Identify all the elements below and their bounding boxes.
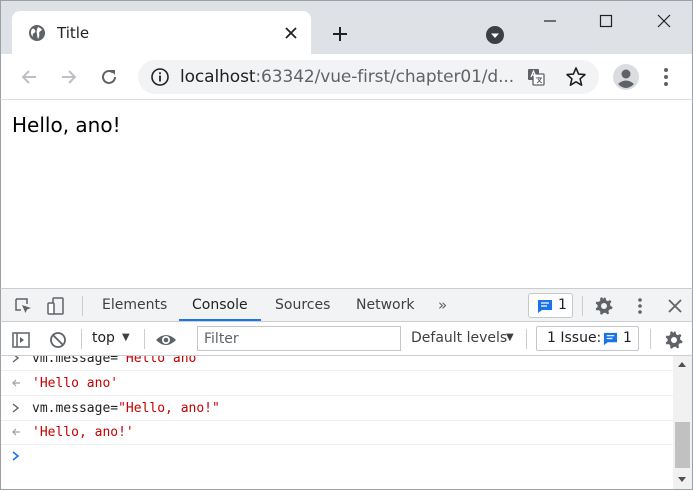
separator <box>650 329 651 349</box>
tab-title: Title <box>57 24 90 42</box>
window-close-button[interactable] <box>649 7 679 35</box>
maximize-icon <box>599 14 613 28</box>
chevron-right-icon <box>12 356 20 363</box>
close-icon[interactable] <box>665 296 685 316</box>
console-line: vm.message="Hello, ano!" <box>1 397 673 421</box>
tab-console[interactable]: Console <box>192 289 248 322</box>
address-bar[interactable]: localhost:63342/vue-first/chapter01/d... <box>138 60 599 94</box>
back-button[interactable] <box>15 63 43 91</box>
inspect-element-icon[interactable] <box>13 296 33 316</box>
forward-button[interactable] <box>55 63 83 91</box>
console-code: vm.message= <box>32 356 119 366</box>
console-output[interactable]: vm.message="Hello ano" 'Hello ano' vm.me… <box>0 356 693 490</box>
console-line: vm.message="Hello ano" <box>1 356 673 371</box>
message-count: 1 <box>558 297 567 313</box>
chevron-right-icon <box>12 403 20 413</box>
filter-input-box[interactable] <box>197 326 401 351</box>
minimize-icon <box>544 20 556 22</box>
issues-count: 1 <box>623 330 632 346</box>
tab-close-button[interactable] <box>280 22 302 44</box>
new-tab-button[interactable] <box>327 21 353 47</box>
kebab-menu-icon[interactable] <box>656 65 676 89</box>
close-icon <box>285 27 297 39</box>
tab-sources[interactable]: Sources <box>275 289 330 322</box>
context-selector[interactable]: top <box>92 330 115 346</box>
reload-button[interactable] <box>95 63 123 91</box>
console-line: 'Hello ano' <box>1 372 673 396</box>
separator <box>526 329 527 349</box>
minimize-button[interactable] <box>535 7 565 35</box>
plus-icon <box>333 27 347 41</box>
profile-avatar-icon[interactable] <box>612 63 640 91</box>
translate-icon[interactable] <box>526 67 546 87</box>
tab-elements[interactable]: Elements <box>102 289 167 322</box>
console-string: "Hello ano" <box>118 356 205 366</box>
issues-button[interactable]: 1 Issue: 1 <box>536 326 639 351</box>
gear-icon[interactable] <box>594 296 614 316</box>
scrollbar-thumb[interactable] <box>675 422 690 468</box>
gear-icon[interactable] <box>664 330 684 350</box>
active-tab-indicator <box>179 319 261 321</box>
message-icon <box>538 300 552 313</box>
separator <box>582 296 583 316</box>
filter-input[interactable] <box>198 327 400 350</box>
chevron-down-icon[interactable]: ▼ <box>506 332 514 343</box>
console-line: 'Hello, ano!' <box>1 421 673 445</box>
url-text[interactable]: localhost:63342/vue-first/chapter01/d... <box>180 67 514 87</box>
console-code: vm.message= <box>32 401 119 416</box>
eye-icon[interactable] <box>155 330 177 350</box>
separator <box>144 329 145 349</box>
more-tabs-icon[interactable]: » <box>438 296 447 314</box>
title-bar: Title <box>0 0 693 55</box>
devtools-tab-bar: Elements Console Sources Network » 1 <box>0 288 693 322</box>
console-string: "Hello, ano!" <box>118 401 220 416</box>
info-icon[interactable] <box>150 67 170 87</box>
clear-console-icon[interactable] <box>48 330 68 350</box>
console-toolbar: top ▼ Default levels ▼ 1 Issue: 1 <box>0 322 693 356</box>
console-result: 'Hello, ano!' <box>32 425 134 440</box>
sidebar-toggle-icon[interactable] <box>11 330 31 350</box>
page-message: Hello, ano! <box>12 113 121 137</box>
issues-label: 1 Issue: <box>547 330 602 346</box>
console-result: 'Hello ano' <box>32 376 119 391</box>
chevron-down-icon[interactable]: ▼ <box>122 332 130 343</box>
arrow-left-icon <box>21 70 36 84</box>
kebab-menu-icon[interactable] <box>630 296 650 316</box>
maximize-button[interactable] <box>591 7 621 35</box>
url-path: :63342/vue-first/chapter01/d... <box>255 67 515 87</box>
page-viewport: Hello, ano! <box>0 100 693 288</box>
separator <box>81 329 82 349</box>
return-arrow-icon <box>12 428 20 436</box>
globe-icon <box>29 25 45 41</box>
url-host: localhost <box>180 67 256 87</box>
reload-icon <box>102 69 116 84</box>
message-icon <box>603 332 618 346</box>
separator <box>82 296 83 316</box>
star-icon[interactable] <box>565 66 587 88</box>
tab-search-icon[interactable] <box>485 25 505 45</box>
browser-tab[interactable]: Title <box>12 11 311 55</box>
messages-badge[interactable]: 1 <box>528 293 573 318</box>
tab-network[interactable]: Network <box>356 289 414 322</box>
arrow-right-icon <box>62 70 77 84</box>
log-levels-dropdown[interactable]: Default levels <box>411 330 507 346</box>
browser-toolbar: localhost:63342/vue-first/chapter01/d... <box>0 54 693 100</box>
console-scrollbar[interactable] <box>673 356 692 489</box>
console-prompt-icon[interactable] <box>10 449 22 463</box>
close-icon <box>657 14 671 28</box>
scroll-up-arrow-icon[interactable] <box>677 360 687 368</box>
return-arrow-icon <box>12 379 20 387</box>
scroll-down-arrow-icon[interactable] <box>677 476 687 484</box>
device-toolbar-icon[interactable] <box>46 296 66 316</box>
